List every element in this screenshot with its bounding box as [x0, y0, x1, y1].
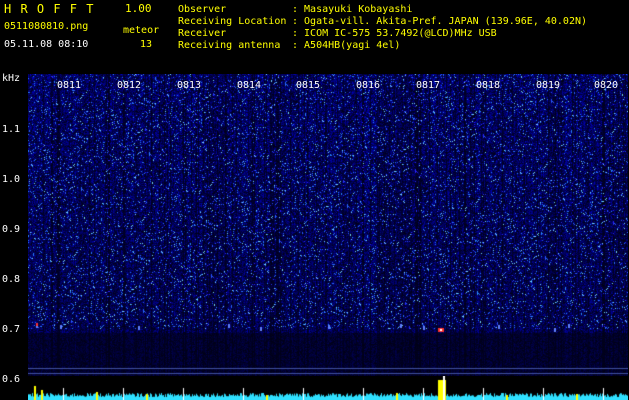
observer-key: Observer — [178, 4, 227, 15]
location-value: : Ogata-vill. Akita-Pref. JAPAN (139.96E… — [292, 16, 588, 27]
time-tick-0816: 0816 — [356, 80, 381, 91]
file-name: 0511080810.png — [4, 21, 89, 32]
meteor-label: meteor — [123, 25, 160, 36]
time-tick-0818: 0818 — [476, 80, 501, 91]
antenna-value: : A504HB(yagi 4el) — [292, 40, 401, 51]
time-tick-0819: 0819 — [536, 80, 561, 91]
time-tick-0812: 0812 — [117, 80, 142, 91]
time-tick-0820: 0820 — [594, 80, 619, 91]
y-axis-unit: kHz — [2, 73, 21, 84]
observer-value: : Masayuki Kobayashi — [292, 4, 413, 15]
location-key: Receiving Location — [178, 16, 287, 27]
receiver-value: : ICOM IC-575 53.7492(@LCD)MHz USB — [292, 28, 497, 39]
y-tick-0.6: 0.6 — [2, 374, 21, 385]
time-tick-0817: 0817 — [416, 80, 441, 91]
app-version: 1.00 — [125, 2, 152, 15]
spectrogram — [28, 74, 628, 376]
time-tick-0811: 0811 — [57, 80, 82, 91]
meteor-count: 13 — [140, 39, 153, 50]
y-tick-1.1: 1.1 — [2, 124, 21, 135]
y-tick-1.0: 1.0 — [2, 174, 21, 185]
date-time: 05.11.08 08:10 — [4, 39, 89, 50]
antenna-key: Receiving antenna — [178, 40, 281, 51]
time-tick-0815: 0815 — [296, 80, 321, 91]
time-tick-0814: 0814 — [237, 80, 262, 91]
y-tick-0.7: 0.7 — [2, 324, 21, 335]
time-tick-0813: 0813 — [177, 80, 202, 91]
receiver-key: Receiver — [178, 28, 227, 39]
signal-strength-strip — [28, 376, 628, 400]
y-tick-0.8: 0.8 — [2, 274, 21, 285]
hroft-display: H R O F F T 1.00 0511080810.png meteor 0… — [0, 0, 629, 400]
y-tick-0.9: 0.9 — [2, 224, 21, 235]
app-name: H R O F F T — [4, 2, 95, 16]
